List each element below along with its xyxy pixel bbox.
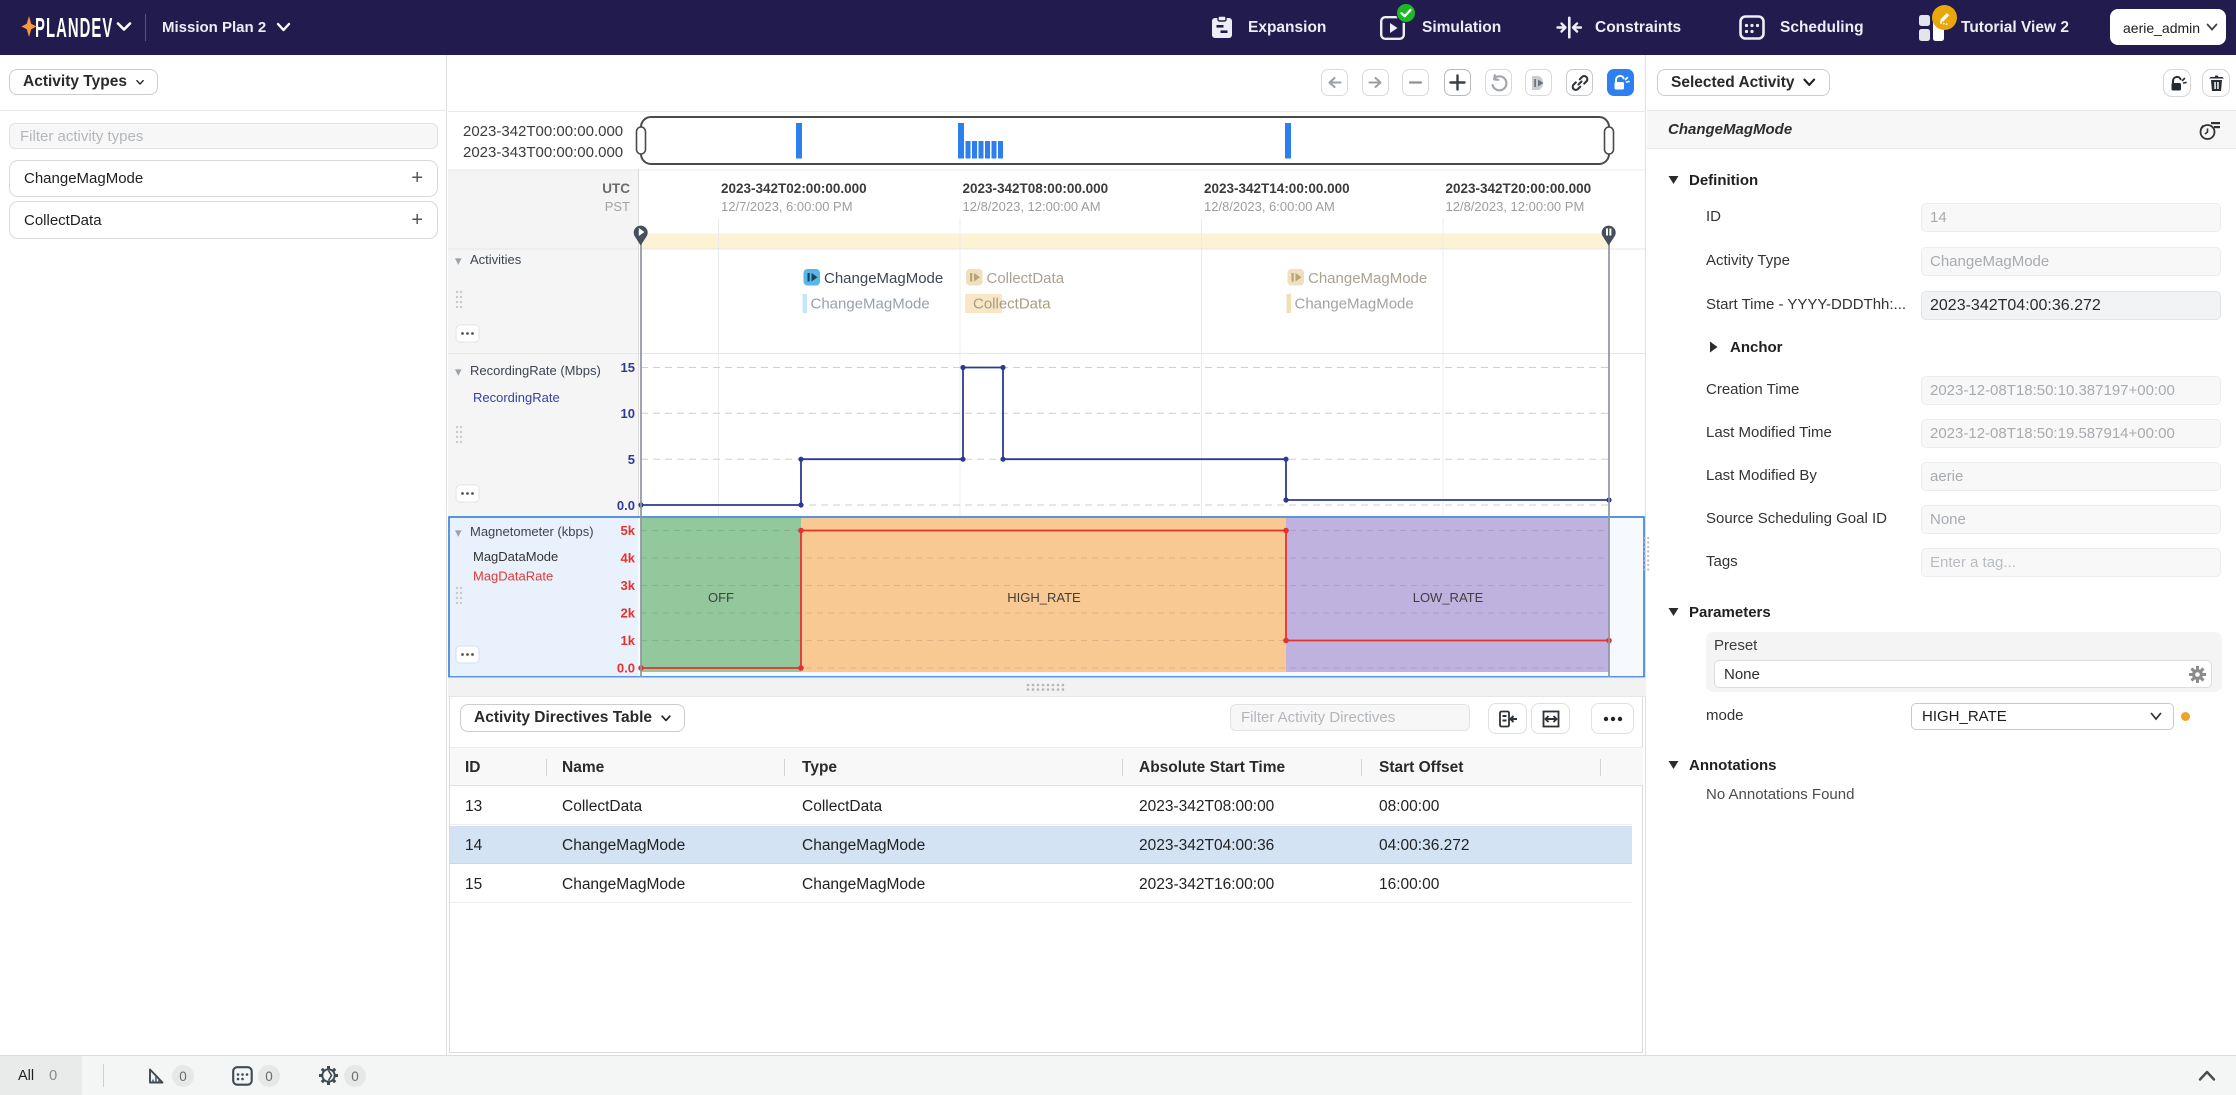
svg-text:2k: 2k <box>621 606 636 621</box>
svg-text:3k: 3k <box>621 578 636 593</box>
svg-text:▾: ▾ <box>455 364 462 379</box>
svg-text:0.0: 0.0 <box>617 498 635 513</box>
svg-text:2023-342T08:00:00.000: 2023-342T08:00:00.000 <box>963 181 1109 196</box>
svg-text:15: 15 <box>621 360 635 375</box>
svg-text:Magnetometer (kbps): Magnetometer (kbps) <box>470 524 594 539</box>
svg-text:10: 10 <box>621 406 635 421</box>
svg-text:12/8/2023, 6:00:00 AM: 12/8/2023, 6:00:00 AM <box>1204 199 1335 214</box>
svg-text:0.0: 0.0 <box>617 661 635 676</box>
svg-text:RecordingRate: RecordingRate <box>473 390 560 405</box>
svg-text:12/7/2023, 6:00:00 PM: 12/7/2023, 6:00:00 PM <box>721 199 853 214</box>
svg-text:2023-342T14:00:00.000: 2023-342T14:00:00.000 <box>1204 181 1350 196</box>
svg-text:UTC: UTC <box>602 181 630 196</box>
svg-text:ChangeMagMode: ChangeMagMode <box>1308 270 1427 287</box>
svg-text:OFF: OFF <box>708 590 734 605</box>
svg-text:ChangeMagMode: ChangeMagMode <box>824 270 943 287</box>
svg-text:LOW_RATE: LOW_RATE <box>1413 590 1484 605</box>
svg-text:2023-342T00:00:00.000: 2023-342T00:00:00.000 <box>463 123 623 140</box>
svg-text:5k: 5k <box>621 523 636 538</box>
svg-text:MagDataRate: MagDataRate <box>473 569 553 584</box>
svg-text:2023-342T20:00:00.000: 2023-342T20:00:00.000 <box>1446 181 1592 196</box>
svg-text:4k: 4k <box>621 551 636 566</box>
svg-text:1k: 1k <box>621 633 636 648</box>
svg-text:CollectData: CollectData <box>973 296 1051 313</box>
svg-text:ChangeMagMode: ChangeMagMode <box>811 296 930 313</box>
svg-text:Activities: Activities <box>470 252 522 267</box>
svg-text:PST: PST <box>605 199 630 214</box>
svg-text:12/8/2023, 12:00:00 PM: 12/8/2023, 12:00:00 PM <box>1446 199 1585 214</box>
svg-text:▾: ▾ <box>455 525 462 540</box>
svg-text:2023-342T02:00:00.000: 2023-342T02:00:00.000 <box>721 181 867 196</box>
svg-text:12/8/2023, 12:00:00 AM: 12/8/2023, 12:00:00 AM <box>963 199 1101 214</box>
svg-text:5: 5 <box>628 452 635 467</box>
svg-text:ChangeMagMode: ChangeMagMode <box>1295 296 1414 313</box>
svg-text:RecordingRate (Mbps): RecordingRate (Mbps) <box>470 363 601 378</box>
svg-text:MagDataMode: MagDataMode <box>473 549 558 564</box>
svg-text:HIGH_RATE: HIGH_RATE <box>1007 590 1081 605</box>
svg-text:CollectData: CollectData <box>987 270 1065 287</box>
svg-text:▾: ▾ <box>455 253 462 268</box>
svg-text:2023-343T00:00:00.000: 2023-343T00:00:00.000 <box>463 144 623 161</box>
